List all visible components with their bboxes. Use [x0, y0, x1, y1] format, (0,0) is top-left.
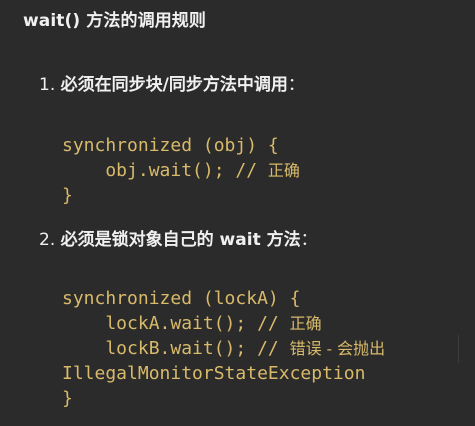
code-line: synchronized (lockA) { — [62, 286, 385, 311]
code-block-1: synchronized (obj) { obj.wait(); // 正确} — [62, 133, 300, 208]
code-text: lockB.wait(); // — [62, 338, 290, 359]
rule-1-colon: ： — [287, 75, 305, 95]
rule-2-heading: 2. 必须是锁对象自己的 wait 方法： — [39, 225, 318, 250]
code-line: lockA.wait(); // 正确 — [62, 311, 385, 336]
code-block-2: synchronized (lockA) { lockA.wait(); // … — [62, 286, 385, 411]
scroll-edge — [458, 335, 459, 363]
code-comment: 正确 — [267, 161, 300, 180]
code-comment: 错误 - 会抛出 — [289, 339, 386, 358]
rule-1-heading: 1. 必须在同步块/同步方法中调用： — [39, 70, 305, 95]
code-text: obj.wait(); // — [62, 160, 268, 181]
code-comment: 正确 — [289, 314, 322, 333]
rule-2-colon: ： — [300, 230, 318, 250]
rule-2-text: 必须是锁对象自己的 wait 方法 — [60, 230, 301, 250]
code-line: obj.wait(); // 正确 — [62, 158, 300, 183]
code-line: } — [62, 386, 385, 411]
rule-1-text: 必须在同步块/同步方法中调用 — [60, 75, 288, 95]
code-line: lockB.wait(); // 错误 - 会抛出 — [62, 336, 385, 361]
page-title: wait() 方法的调用规则 — [23, 11, 206, 31]
code-text: } — [62, 388, 73, 409]
code-text: synchronized (obj) { — [62, 135, 279, 156]
code-text: } — [62, 185, 73, 206]
code-line: IllegalMonitorStateException — [62, 361, 385, 386]
code-text: IllegalMonitorStateException — [62, 363, 366, 384]
code-line: } — [62, 183, 300, 208]
code-line: synchronized (obj) { — [62, 133, 300, 158]
code-text: lockA.wait(); // — [62, 313, 290, 334]
code-text: synchronized (lockA) { — [62, 288, 301, 309]
rule-1-number: 1. — [39, 75, 56, 95]
document-page: wait() 方法的调用规则 1. 必须在同步块/同步方法中调用： synchr… — [0, 0, 475, 426]
rule-2-number: 2. — [39, 230, 56, 250]
